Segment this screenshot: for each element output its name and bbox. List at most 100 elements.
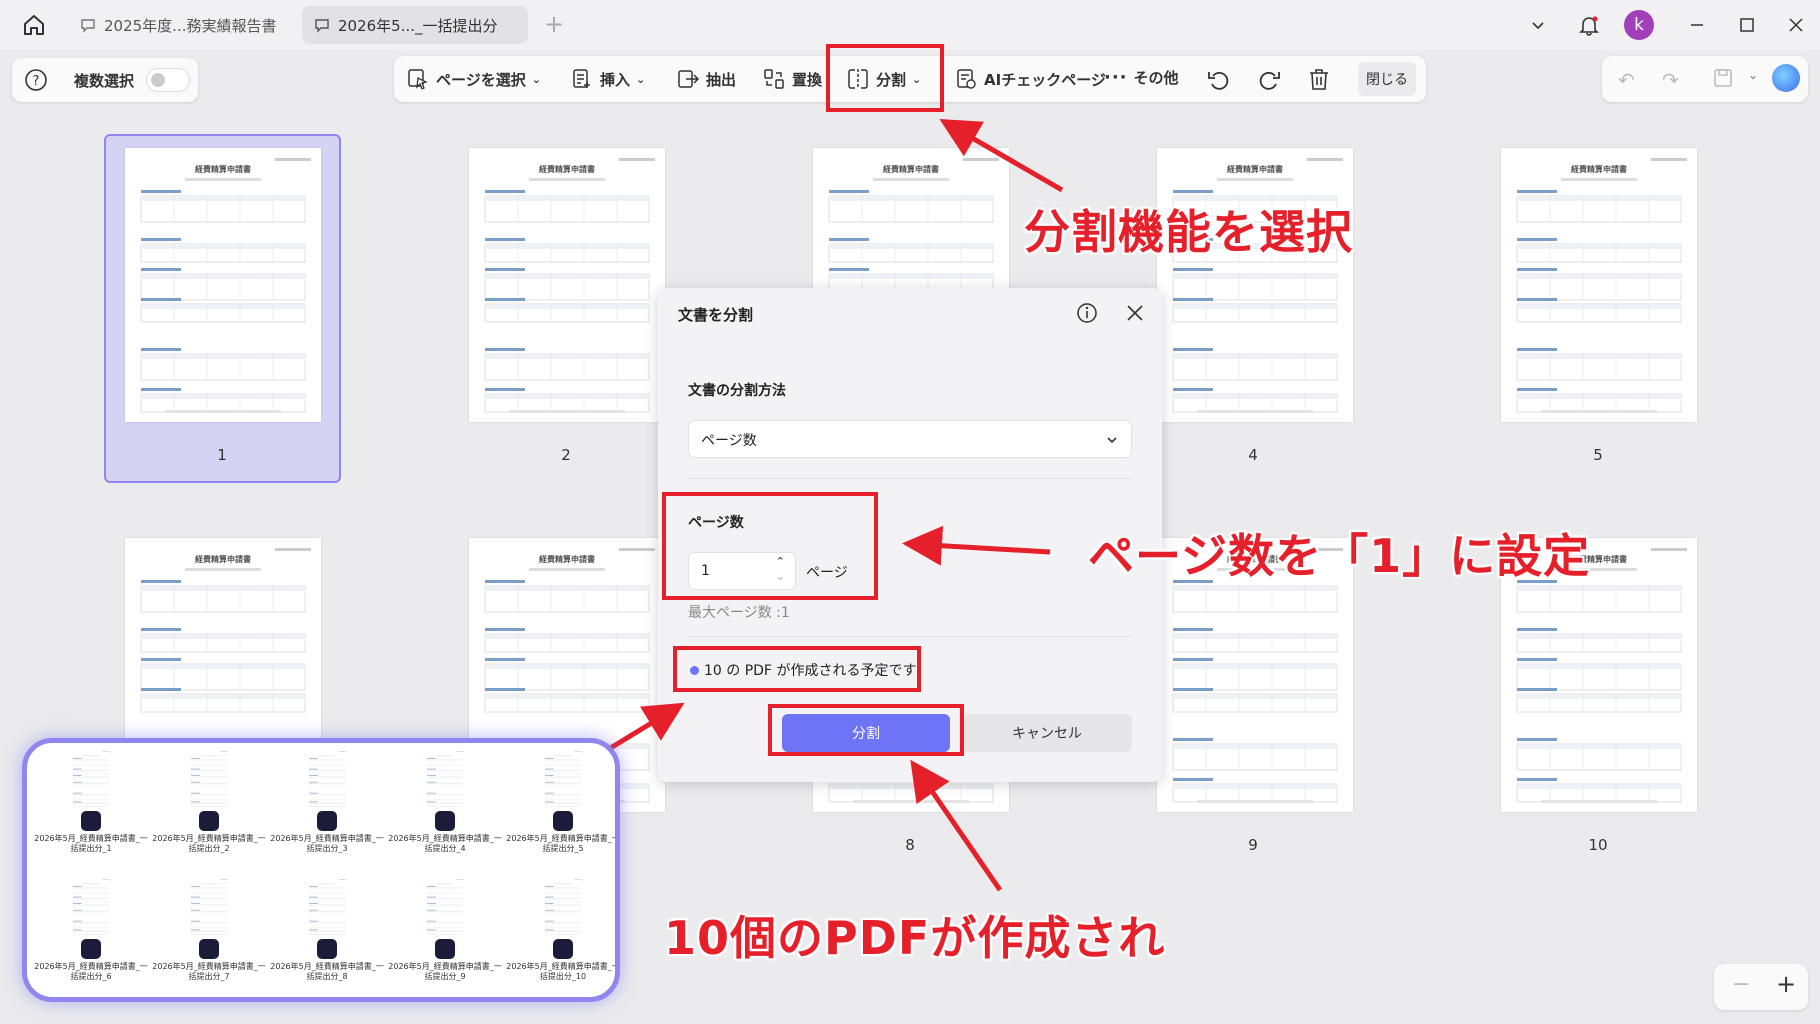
page-number-1: 1 — [217, 446, 227, 464]
tab-annual-report[interactable]: 2025年度...務実績報告書 — [68, 6, 293, 44]
result-file-1[interactable]: 2026年5月_経費精算申請書_一括提出分_1 — [33, 745, 149, 854]
svg-text:経費精算申請書: 経費精算申請書 — [539, 164, 595, 174]
file-name: 2026年5月_経費精算申請書_一括提出分_8 — [270, 962, 384, 981]
select-pages-label: ページを選択 — [436, 70, 526, 89]
pdf-app-icon — [435, 939, 455, 959]
svg-text:経費精算申請書: 経費精算申請書 — [195, 164, 251, 174]
close-label: 閉じる — [1366, 72, 1408, 88]
save-icon[interactable] — [1712, 67, 1734, 89]
zoom-out-button[interactable]: − — [1732, 972, 1750, 997]
zoom-in-button[interactable]: + — [1776, 970, 1796, 998]
callout-set-pages: ページ数を「1」に設定 — [1087, 528, 1591, 584]
close-window-button[interactable] — [1783, 12, 1809, 38]
rotate-left-icon[interactable] — [1206, 67, 1232, 93]
bell-icon[interactable] — [1576, 12, 1602, 38]
tab-expense-batch[interactable]: 2026年5..._一括提出分 — [302, 6, 528, 44]
file-name: 2026年5月_経費精算申請書_一括提出分_7 — [152, 962, 266, 981]
minimize-button[interactable] — [1684, 12, 1710, 38]
svg-text:経費精算申請書: 経費精算申請書 — [195, 554, 251, 564]
svg-text:経費精算申請書: 経費精算申請書 — [883, 164, 939, 174]
result-file-6[interactable]: 2026年5月_経費精算申請書_一括提出分_6 — [33, 873, 149, 982]
pdf-app-icon — [435, 811, 455, 831]
result-file-5[interactable]: 2026年5月_経費精算申請書_一括提出分_5 — [505, 745, 620, 854]
result-file-7[interactable]: 2026年5月_経費精算申請書_一括提出分_7 — [151, 873, 267, 982]
help-icon[interactable]: ? — [24, 68, 48, 92]
pdf-app-icon — [199, 811, 219, 831]
page-preview-image: 経費精算申請書 — [1172, 158, 1343, 413]
file-thumbnail — [410, 877, 480, 937]
callout-created: 10個のPDFが作成され — [663, 910, 1166, 966]
info-icon[interactable] — [1076, 302, 1098, 324]
result-file-2[interactable]: 2026年5月_経費精算申請書_一括提出分_2 — [151, 745, 267, 854]
comment-icon — [81, 19, 95, 33]
split-method-select[interactable]: ページ数 — [688, 420, 1132, 458]
page-preview-image: 経費精算申請書 — [484, 158, 655, 413]
divider — [688, 478, 1132, 479]
page-thumbnail-2[interactable]: 経費精算申請書 — [469, 148, 665, 422]
ai-check-label: AIチェックページ — [984, 70, 1106, 89]
page-number-5: 5 — [1593, 446, 1603, 464]
split-button-highlight — [826, 44, 944, 112]
page-preview-image: 経費精算申請書 — [140, 158, 311, 413]
file-name: 2026年5月_経費精算申請書_一括提出分_3 — [270, 834, 384, 853]
ai-page-icon — [957, 69, 976, 89]
file-thumbnail — [174, 749, 244, 809]
pdf-count-highlight — [673, 646, 921, 692]
maximize-button[interactable] — [1734, 12, 1760, 38]
page-preview-image: 経費精算申請書 — [1516, 158, 1687, 413]
insert-button[interactable]: 挿入 ⌄ — [570, 67, 645, 91]
svg-text:経費精算申請書: 経費精算申請書 — [1571, 164, 1627, 174]
new-tab-button[interactable]: + — [544, 10, 564, 38]
multi-select-toggle[interactable] — [146, 68, 190, 92]
file-name: 2026年5月_経費精算申請書_一括提出分_6 — [34, 962, 148, 981]
ai-check-button[interactable]: AIチェックページ — [954, 67, 1106, 91]
close-button[interactable]: 閉じる — [1358, 62, 1416, 96]
file-thumbnail — [56, 749, 126, 809]
ai-assistant-icon[interactable] — [1772, 64, 1800, 92]
file-thumbnail — [528, 877, 598, 937]
page-number-4: 4 — [1248, 446, 1258, 464]
chevron-down-icon[interactable] — [1525, 12, 1551, 38]
tab-label: 2025年度...務実績報告書 — [104, 16, 277, 35]
multi-select-panel: ? 複数選択 — [12, 58, 198, 102]
chevron-down-icon[interactable]: ⌄ — [1748, 68, 1758, 82]
extract-button[interactable]: 抽出 — [676, 67, 736, 91]
trash-icon[interactable] — [1306, 66, 1332, 92]
more-button[interactable]: ··· その他 — [1104, 67, 1179, 88]
pdf-app-icon — [553, 811, 573, 831]
file-name: 2026年5月_経費精算申請書_一括提出分_9 — [388, 962, 502, 981]
select-pages-button[interactable]: ページを選択 ⌄ — [406, 67, 541, 91]
split-confirm-highlight — [768, 704, 964, 756]
replace-button[interactable]: 置換 — [762, 67, 822, 91]
page-number-9: 9 — [1248, 836, 1258, 854]
more-icon: ··· — [1104, 67, 1128, 88]
redo-icon[interactable]: ↷ — [1662, 68, 1679, 92]
page-thumbnail-5[interactable]: 経費精算申請書 — [1501, 148, 1697, 422]
replace-label: 置換 — [792, 70, 823, 89]
result-file-9[interactable]: 2026年5月_経費精算申請書_一括提出分_9 — [387, 873, 503, 982]
callout-select-split: 分割機能を選択 — [1023, 204, 1353, 260]
multi-select-label: 複数選択 — [74, 72, 135, 90]
undo-icon[interactable]: ↶ — [1618, 68, 1635, 92]
page-thumbnail-1[interactable]: 経費精算申請書 — [125, 148, 321, 422]
page-thumbnail-4[interactable]: 経費精算申請書 — [1157, 148, 1353, 422]
file-thumbnail — [292, 749, 362, 809]
svg-text:?: ? — [33, 74, 40, 89]
rotate-right-icon[interactable] — [1256, 67, 1282, 93]
file-name: 2026年5月_経費精算申請書_一括提出分_10 — [506, 962, 620, 981]
split-result-preview: 2026年5月_経費精算申請書_一括提出分_1 2026年5月_経費精算申請書_一… — [22, 738, 620, 1002]
home-icon[interactable] — [20, 11, 48, 39]
close-icon[interactable] — [1126, 304, 1144, 322]
avatar-letter: k — [1634, 15, 1644, 35]
more-label: その他 — [1133, 69, 1179, 87]
file-name: 2026年5月_経費精算申請書_一括提出分_5 — [506, 834, 620, 853]
page-number-8: 8 — [905, 836, 915, 854]
file-thumbnail — [56, 877, 126, 937]
result-file-4[interactable]: 2026年5月_経費精算申請書_一括提出分_4 — [387, 745, 503, 854]
result-file-3[interactable]: 2026年5月_経費精算申請書_一括提出分_3 — [269, 745, 385, 854]
avatar[interactable]: k — [1624, 10, 1654, 40]
cancel-button[interactable]: キャンセル — [962, 714, 1132, 752]
cancel-label: キャンセル — [1012, 726, 1082, 742]
result-file-8[interactable]: 2026年5月_経費精算申請書_一括提出分_8 — [269, 873, 385, 982]
result-file-10[interactable]: 2026年5月_経費精算申請書_一括提出分_10 — [505, 873, 620, 982]
